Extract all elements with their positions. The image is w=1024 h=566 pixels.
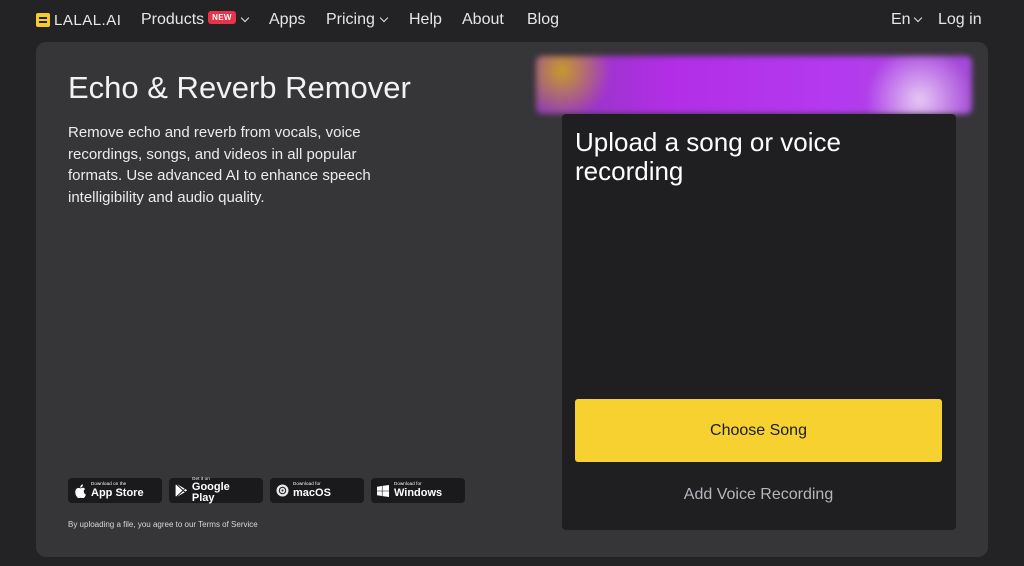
language-label: En: [891, 11, 911, 28]
choose-song-button[interactable]: Choose Song: [575, 399, 942, 462]
store-badges: Download on the App Store Get it on Goog…: [68, 476, 465, 505]
page-title: Echo & Reverb Remover: [68, 70, 411, 105]
store-label: Google Play: [191, 481, 230, 505]
decorative-gradient: [536, 56, 972, 114]
nav-help[interactable]: Help: [409, 10, 442, 30]
nav-pricing-label: Pricing: [326, 11, 375, 28]
store-label: Windows: [394, 486, 443, 499]
nav-blog[interactable]: Blog: [527, 10, 559, 30]
windows-download-button[interactable]: Download for Windows: [371, 478, 465, 503]
terms-notice: By uploading a file, you agree to our Te…: [68, 520, 258, 529]
store-label: App Store: [91, 486, 144, 499]
top-navigation: LALAL.AI Products NEW Apps Pricing Help …: [0, 0, 1024, 40]
add-voice-recording-link[interactable]: Add Voice Recording: [575, 486, 942, 504]
logo[interactable]: LALAL.AI: [36, 11, 121, 29]
nav-products[interactable]: Products NEW: [141, 10, 249, 30]
chevron-down-icon: [379, 13, 389, 23]
page-description: Remove echo and reverb from vocals, voic…: [68, 124, 371, 206]
new-badge: NEW: [208, 10, 236, 24]
main-card: Echo & Reverb Remover Remove echo and re…: [36, 42, 988, 557]
chevron-down-icon: [240, 13, 249, 23]
macos-icon: [275, 484, 289, 498]
macos-download-button[interactable]: Download for macOS: [270, 478, 364, 503]
logo-text: LALAL.AI: [54, 11, 122, 29]
app-store-button[interactable]: Download on the App Store: [68, 478, 162, 503]
nav-apps[interactable]: Apps: [269, 10, 305, 30]
login-link[interactable]: Log in: [938, 10, 982, 30]
nav-about[interactable]: About: [462, 10, 504, 30]
store-label: macOS: [293, 486, 331, 499]
upload-title: Upload a song or voice recording: [575, 127, 841, 186]
nav-products-label: Products: [141, 11, 205, 28]
apple-icon: [73, 483, 87, 498]
google-play-button[interactable]: Get it on Google Play: [169, 476, 263, 505]
nav-pricing[interactable]: Pricing: [326, 10, 389, 30]
chevron-down-icon: [913, 13, 922, 23]
language-selector[interactable]: En: [891, 10, 922, 30]
logo-icon: [36, 13, 50, 27]
upload-panel: Upload a song or voice recording Choose …: [562, 114, 956, 530]
windows-icon: [376, 484, 390, 498]
google-play-icon: [174, 484, 188, 498]
